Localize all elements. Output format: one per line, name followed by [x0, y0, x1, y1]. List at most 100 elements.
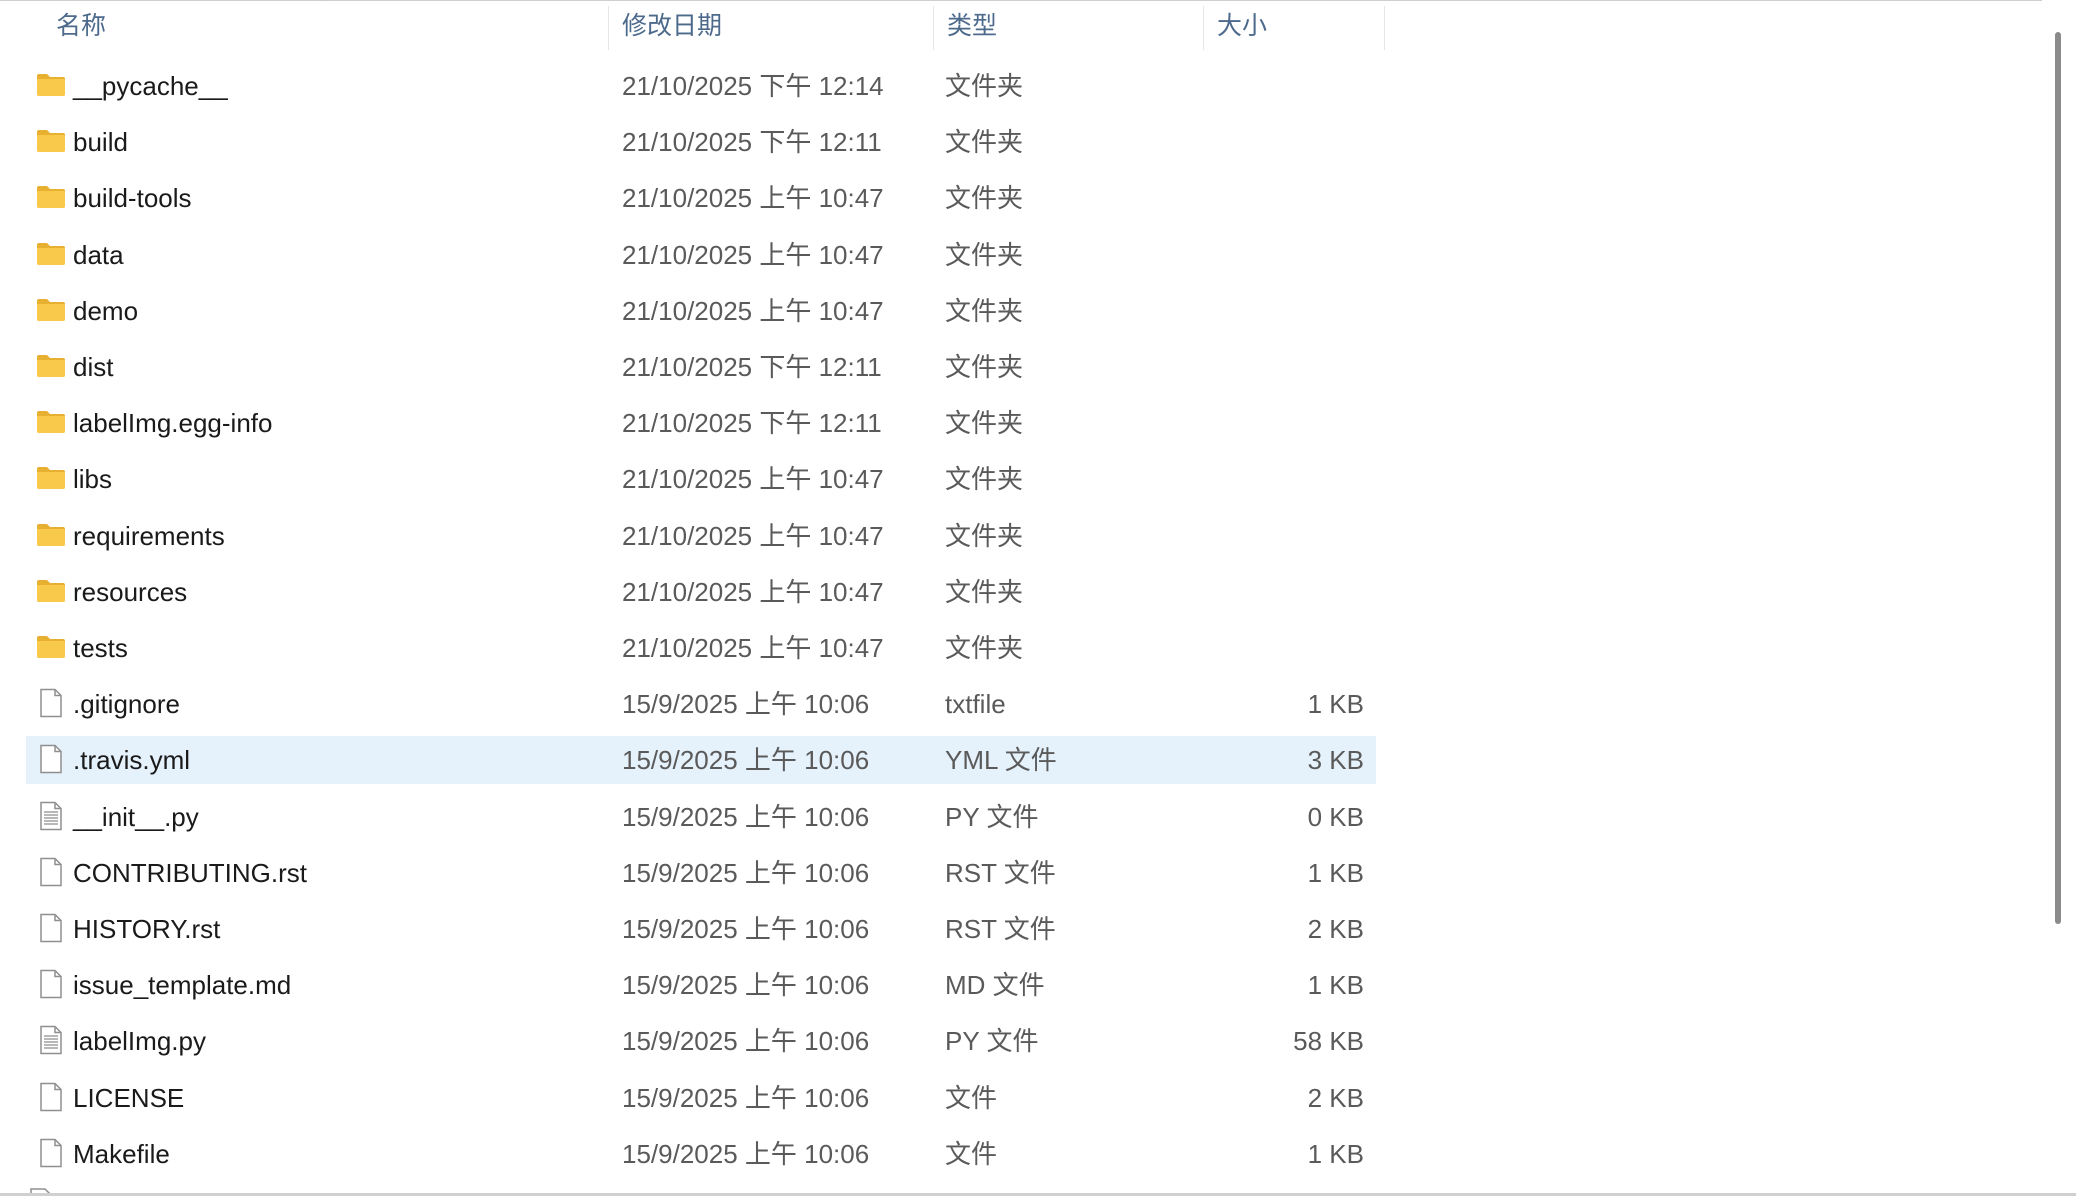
file-row[interactable]: Makefile 15/9/2025 上午 10:06 文件 1 KB — [26, 1130, 1376, 1178]
file-name: __init__.py — [73, 801, 199, 832]
file-row[interactable]: issue_template.md 15/9/2025 上午 10:06 MD 文件… — [26, 961, 1376, 1009]
file-name: .gitignore — [73, 689, 180, 720]
file-type: 文件夹 — [945, 352, 1024, 382]
file-row[interactable]: tests 21/10/2025 上午 10:47 文件夹 — [26, 624, 1376, 672]
file-date: 21/10/2025 上午 10:47 — [622, 633, 884, 663]
folder-icon — [36, 70, 66, 100]
file-size — [1206, 118, 1376, 166]
file-date: 15/9/2025 上午 10:06 — [622, 1026, 870, 1057]
file-size: 1 KB — [1307, 689, 1364, 720]
file-icon — [36, 913, 66, 943]
file-type: 文件夹 — [945, 576, 1024, 607]
file-name: data — [73, 239, 124, 270]
file-date: 21/10/2025 下午 12:14 — [622, 71, 884, 101]
folder-icon — [36, 407, 66, 437]
file-name: dist — [73, 352, 114, 382]
file-row[interactable]: demo 21/10/2025 上午 10:47 文件夹 — [26, 287, 1376, 335]
file-name: resources — [73, 576, 188, 607]
file-row[interactable]: labelImg.py 15/9/2025 上午 10:06 PY 文件 58 KB — [26, 1017, 1376, 1065]
file-name: CONTRIBUTING.rst — [73, 857, 307, 888]
file-size — [1206, 455, 1376, 503]
folder-icon — [36, 632, 66, 662]
folder-icon — [36, 463, 66, 493]
file-name: libs — [73, 464, 113, 495]
scrollbar-thumb[interactable] — [2055, 32, 2061, 924]
file-row[interactable]: requirements 21/10/2025 上午 10:47 文件夹 — [26, 512, 1376, 560]
file-type: 文件 — [945, 1082, 998, 1113]
file-type: txtfile — [945, 689, 1006, 720]
file-date: 21/10/2025 下午 12:11 — [622, 408, 882, 439]
file-size: 58 KB — [1293, 1026, 1364, 1057]
file-name: Makefile — [73, 1138, 170, 1169]
file-row[interactable]: build-tools 21/10/2025 上午 10:47 文件夹 — [26, 174, 1376, 222]
file-row[interactable]: .travis.yml 15/9/2025 上午 10:06 YML 文件 3 KB — [26, 736, 1376, 785]
file-row[interactable]: labelImg.egg-info 21/10/2025 下午 12:11 文件夹 — [26, 399, 1376, 447]
file-row[interactable]: HISTORY.rst 15/9/2025 上午 10:06 RST 文件 2 KB — [26, 905, 1376, 953]
file-type: MD 文件 — [945, 970, 1045, 1001]
file-row[interactable]: build 21/10/2025 下午 12:11 文件夹 — [26, 118, 1376, 166]
column-divider[interactable] — [1384, 6, 1385, 50]
file-size — [1206, 568, 1376, 616]
file-date: 21/10/2025 下午 12:11 — [622, 127, 882, 158]
file-row[interactable]: __init__.py 15/9/2025 上午 10:06 PY 文件 0 KB — [26, 793, 1376, 841]
file-size: 2 KB — [1307, 914, 1364, 944]
file-type: RST 文件 — [945, 914, 1056, 944]
column-header-type[interactable]: 类型 — [933, 0, 1203, 52]
file-name: demo — [73, 295, 139, 326]
folder-icon — [36, 239, 66, 269]
file-icon — [36, 1138, 66, 1168]
file-type: 文件夹 — [945, 183, 1024, 214]
file-size: 1 KB — [1307, 1138, 1364, 1169]
file-type: 文件夹 — [945, 633, 1024, 663]
file-name: labelImg.egg-info — [73, 408, 273, 439]
file-type: 文件夹 — [945, 71, 1024, 101]
file-row[interactable]: CONTRIBUTING.rst 15/9/2025 上午 10:06 RST 文件… — [26, 849, 1376, 897]
file-size: 0 KB — [1307, 801, 1364, 832]
file-date: 21/10/2025 上午 10:47 — [622, 576, 884, 607]
folder-icon — [36, 126, 66, 156]
file-size — [1206, 231, 1376, 279]
file-row[interactable]: resources 21/10/2025 上午 10:47 文件夹 — [26, 568, 1376, 616]
file-row[interactable]: .gitignore 15/9/2025 上午 10:06 txtfile 1 KB — [26, 680, 1376, 728]
column-header-date[interactable]: 修改日期 — [608, 0, 933, 52]
file-size — [1206, 287, 1376, 335]
file-size — [1206, 399, 1376, 447]
file-type: 文件夹 — [945, 239, 1024, 270]
file-date: 15/9/2025 上午 10:06 — [622, 914, 870, 944]
file-size — [1206, 343, 1376, 391]
file-row[interactable]: LICENSE 15/9/2025 上午 10:06 文件 2 KB — [26, 1074, 1376, 1122]
file-size: 1 KB — [1307, 970, 1364, 1001]
file-date: 21/10/2025 上午 10:47 — [622, 520, 884, 551]
file-date: 15/9/2025 上午 10:06 — [622, 1138, 870, 1169]
file-type: 文件 — [945, 1138, 998, 1169]
file-name: HISTORY.rst — [73, 914, 221, 944]
file-type: PY 文件 — [945, 801, 1039, 832]
text-file-icon — [36, 1025, 66, 1055]
file-icon — [36, 744, 66, 774]
folder-icon — [36, 295, 66, 325]
file-date: 21/10/2025 上午 10:47 — [622, 295, 884, 326]
folder-icon — [36, 576, 66, 606]
file-type: PY 文件 — [945, 1026, 1039, 1057]
file-size — [1206, 512, 1376, 560]
file-name: LICENSE — [73, 1082, 185, 1113]
column-header-size[interactable]: 大小 — [1203, 0, 1384, 52]
file-type: YML 文件 — [945, 745, 1057, 776]
file-name: build — [73, 127, 128, 158]
folder-icon — [36, 520, 66, 550]
vertical-scrollbar[interactable] — [2042, 0, 2076, 1196]
file-icon — [36, 1082, 66, 1112]
file-size — [1206, 62, 1376, 110]
file-name: tests — [73, 633, 128, 663]
file-name: labelImg.py — [73, 1026, 206, 1057]
file-row[interactable]: data 21/10/2025 上午 10:47 文件夹 — [26, 231, 1376, 279]
file-name: __pycache__ — [73, 71, 228, 101]
file-row[interactable]: dist 21/10/2025 下午 12:11 文件夹 — [26, 343, 1376, 391]
file-type: RST 文件 — [945, 857, 1056, 888]
file-date: 15/9/2025 上午 10:06 — [622, 857, 870, 888]
file-row[interactable]: libs 21/10/2025 上午 10:47 文件夹 — [26, 455, 1376, 503]
file-name: build-tools — [73, 183, 192, 214]
file-row[interactable]: __pycache__ 21/10/2025 下午 12:14 文件夹 — [26, 62, 1376, 110]
file-date: 15/9/2025 上午 10:06 — [622, 689, 870, 720]
file-date: 15/9/2025 上午 10:06 — [622, 801, 870, 832]
